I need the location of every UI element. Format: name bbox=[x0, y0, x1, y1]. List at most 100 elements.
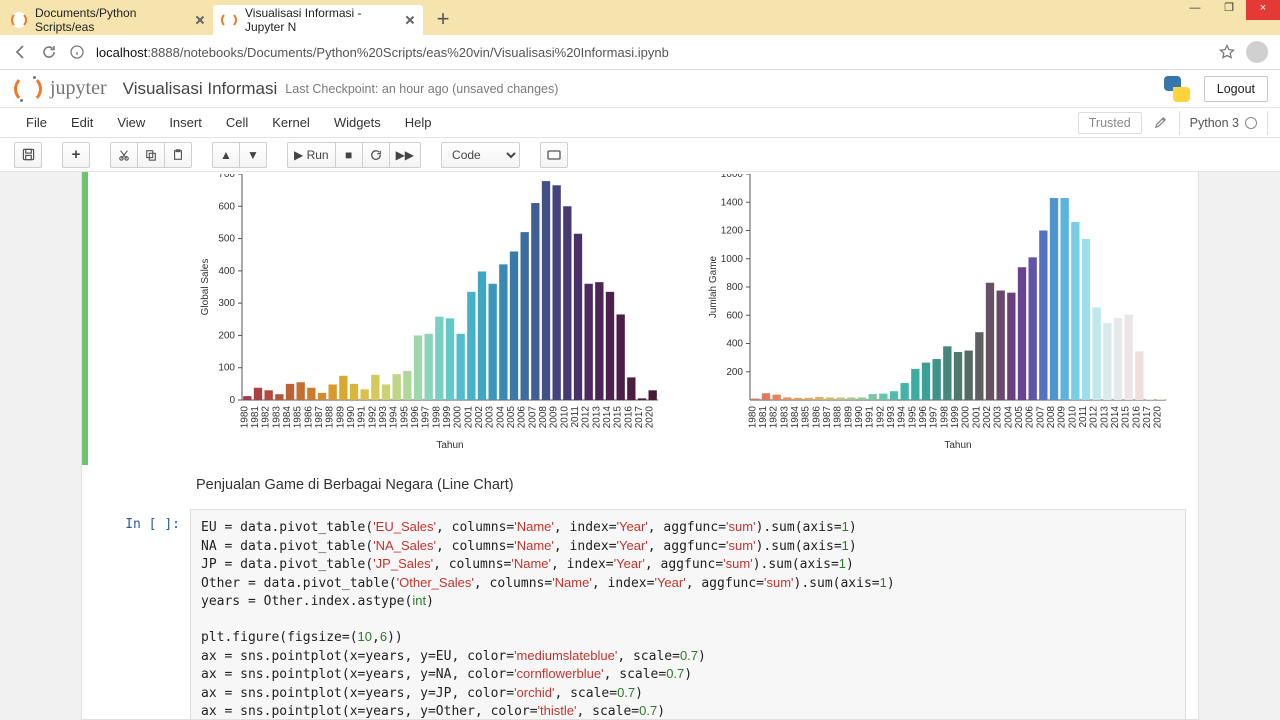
kernel-status-icon bbox=[1245, 117, 1257, 129]
close-icon[interactable] bbox=[195, 15, 205, 25]
svg-text:2001: 2001 bbox=[971, 406, 982, 429]
notebook-title[interactable]: Visualisasi Informasi bbox=[123, 79, 278, 99]
command-palette-button[interactable] bbox=[540, 142, 568, 168]
window-minimize[interactable]: — bbox=[1178, 0, 1212, 20]
svg-text:2002: 2002 bbox=[474, 406, 485, 429]
svg-text:1989: 1989 bbox=[843, 406, 854, 429]
edit-icon[interactable] bbox=[1154, 116, 1167, 129]
restart-button[interactable] bbox=[362, 142, 390, 168]
add-cell-button[interactable]: + bbox=[62, 142, 90, 168]
reload-icon[interactable] bbox=[40, 43, 58, 61]
trusted-indicator[interactable]: Trusted bbox=[1078, 112, 1142, 134]
cell-type-select[interactable]: Code bbox=[441, 142, 520, 168]
interrupt-button[interactable]: ■ bbox=[335, 142, 363, 168]
svg-text:2012: 2012 bbox=[581, 406, 592, 429]
svg-text:1400: 1400 bbox=[721, 197, 744, 208]
section-heading: Penjualan Game di Berbagai Negara (Line … bbox=[82, 465, 1198, 493]
browser-tab-1[interactable]: Documents/Python Scripts/eas bbox=[3, 5, 213, 35]
window-maximize[interactable]: ❐ bbox=[1212, 0, 1246, 20]
svg-text:1984: 1984 bbox=[790, 406, 801, 429]
close-icon[interactable] bbox=[405, 15, 415, 25]
code-cell[interactable]: In [ ]: EU = data.pivot_table('EU_Sales'… bbox=[94, 509, 1186, 720]
new-tab-button[interactable]: + bbox=[427, 3, 459, 35]
svg-text:1993: 1993 bbox=[886, 406, 897, 429]
menu-cell[interactable]: Cell bbox=[214, 108, 260, 138]
svg-text:0: 0 bbox=[229, 395, 235, 406]
notebook-header: jupyter Visualisasi Informasi Last Check… bbox=[0, 70, 1280, 108]
svg-text:2008: 2008 bbox=[538, 406, 549, 429]
menu-file[interactable]: File bbox=[14, 108, 59, 138]
move-up-button[interactable]: ▲ bbox=[212, 142, 240, 168]
svg-text:1986: 1986 bbox=[811, 406, 822, 429]
run-button[interactable]: ▶ Run bbox=[287, 142, 336, 168]
code-editor[interactable]: EU = data.pivot_table('EU_Sales', column… bbox=[190, 509, 1186, 720]
svg-text:2008: 2008 bbox=[1046, 406, 1057, 429]
copy-button[interactable] bbox=[137, 142, 165, 168]
url-text[interactable]: localhost:8888/notebooks/Documents/Pytho… bbox=[96, 45, 1208, 60]
svg-text:2009: 2009 bbox=[549, 406, 560, 429]
svg-text:800: 800 bbox=[726, 282, 743, 293]
python-logo-icon bbox=[1164, 76, 1190, 102]
kernel-name[interactable]: Python 3 bbox=[1179, 111, 1268, 135]
svg-text:1988: 1988 bbox=[833, 406, 844, 429]
svg-text:1999: 1999 bbox=[442, 406, 453, 429]
move-down-button[interactable]: ▼ bbox=[239, 142, 267, 168]
svg-text:2020: 2020 bbox=[645, 406, 656, 429]
svg-text:2017: 2017 bbox=[1142, 406, 1153, 429]
svg-text:1995: 1995 bbox=[907, 406, 918, 429]
svg-text:1988: 1988 bbox=[325, 406, 336, 429]
svg-text:Tahun: Tahun bbox=[944, 440, 971, 451]
svg-text:1990: 1990 bbox=[346, 406, 357, 429]
bookmark-star-icon[interactable] bbox=[1218, 43, 1236, 61]
menu-insert[interactable]: Insert bbox=[157, 108, 214, 138]
jupyter-logo-icon bbox=[14, 75, 42, 103]
browser-tab-2[interactable]: Visualisasi Informasi - Jupyter N bbox=[213, 5, 423, 35]
back-icon[interactable] bbox=[12, 43, 30, 61]
svg-text:2015: 2015 bbox=[1121, 406, 1132, 429]
svg-text:1991: 1991 bbox=[865, 406, 876, 429]
logout-button[interactable]: Logout bbox=[1204, 76, 1268, 102]
svg-text:2006: 2006 bbox=[517, 406, 528, 429]
tab-title: Visualisasi Informasi - Jupyter N bbox=[245, 6, 397, 34]
svg-text:2014: 2014 bbox=[602, 406, 613, 429]
menu-help[interactable]: Help bbox=[393, 108, 444, 138]
window-close[interactable]: × bbox=[1246, 0, 1280, 20]
svg-text:1986: 1986 bbox=[303, 406, 314, 429]
profile-avatar[interactable] bbox=[1246, 41, 1268, 63]
svg-text:500: 500 bbox=[218, 234, 235, 245]
menu-kernel[interactable]: Kernel bbox=[260, 108, 322, 138]
svg-text:1998: 1998 bbox=[431, 406, 442, 429]
paste-button[interactable] bbox=[164, 142, 192, 168]
restart-run-all-button[interactable]: ▶▶ bbox=[389, 142, 421, 168]
svg-text:1992: 1992 bbox=[875, 406, 886, 429]
svg-text:1989: 1989 bbox=[335, 406, 346, 429]
notebook-body[interactable]: 0100200300400500600700198019811982198319… bbox=[0, 172, 1280, 720]
svg-text:1998: 1998 bbox=[939, 406, 950, 429]
svg-text:400: 400 bbox=[726, 339, 743, 350]
svg-text:2003: 2003 bbox=[993, 406, 1004, 429]
menu-widgets[interactable]: Widgets bbox=[322, 108, 393, 138]
svg-text:300: 300 bbox=[218, 298, 235, 309]
svg-text:1994: 1994 bbox=[389, 406, 400, 429]
svg-text:2004: 2004 bbox=[1003, 406, 1014, 429]
site-info-icon[interactable] bbox=[68, 43, 86, 61]
svg-text:1994: 1994 bbox=[897, 406, 908, 429]
menu-edit[interactable]: Edit bbox=[59, 108, 105, 138]
svg-text:2007: 2007 bbox=[527, 406, 538, 429]
svg-text:1993: 1993 bbox=[378, 406, 389, 429]
svg-text:600: 600 bbox=[218, 201, 235, 212]
svg-text:2005: 2005 bbox=[1014, 406, 1025, 429]
svg-text:1982: 1982 bbox=[769, 406, 780, 429]
cut-button[interactable] bbox=[110, 142, 138, 168]
svg-text:2015: 2015 bbox=[613, 406, 624, 429]
tab-title: Documents/Python Scripts/eas bbox=[35, 6, 187, 34]
svg-text:2011: 2011 bbox=[1078, 406, 1089, 428]
save-button[interactable] bbox=[14, 142, 42, 168]
svg-text:2001: 2001 bbox=[463, 406, 474, 429]
svg-text:2012: 2012 bbox=[1089, 406, 1100, 429]
svg-text:1600: 1600 bbox=[721, 174, 744, 180]
jupyter-brand[interactable]: jupyter bbox=[50, 77, 107, 100]
menu-view[interactable]: View bbox=[105, 108, 157, 138]
svg-text:1982: 1982 bbox=[261, 406, 272, 429]
svg-text:2016: 2016 bbox=[623, 406, 634, 429]
